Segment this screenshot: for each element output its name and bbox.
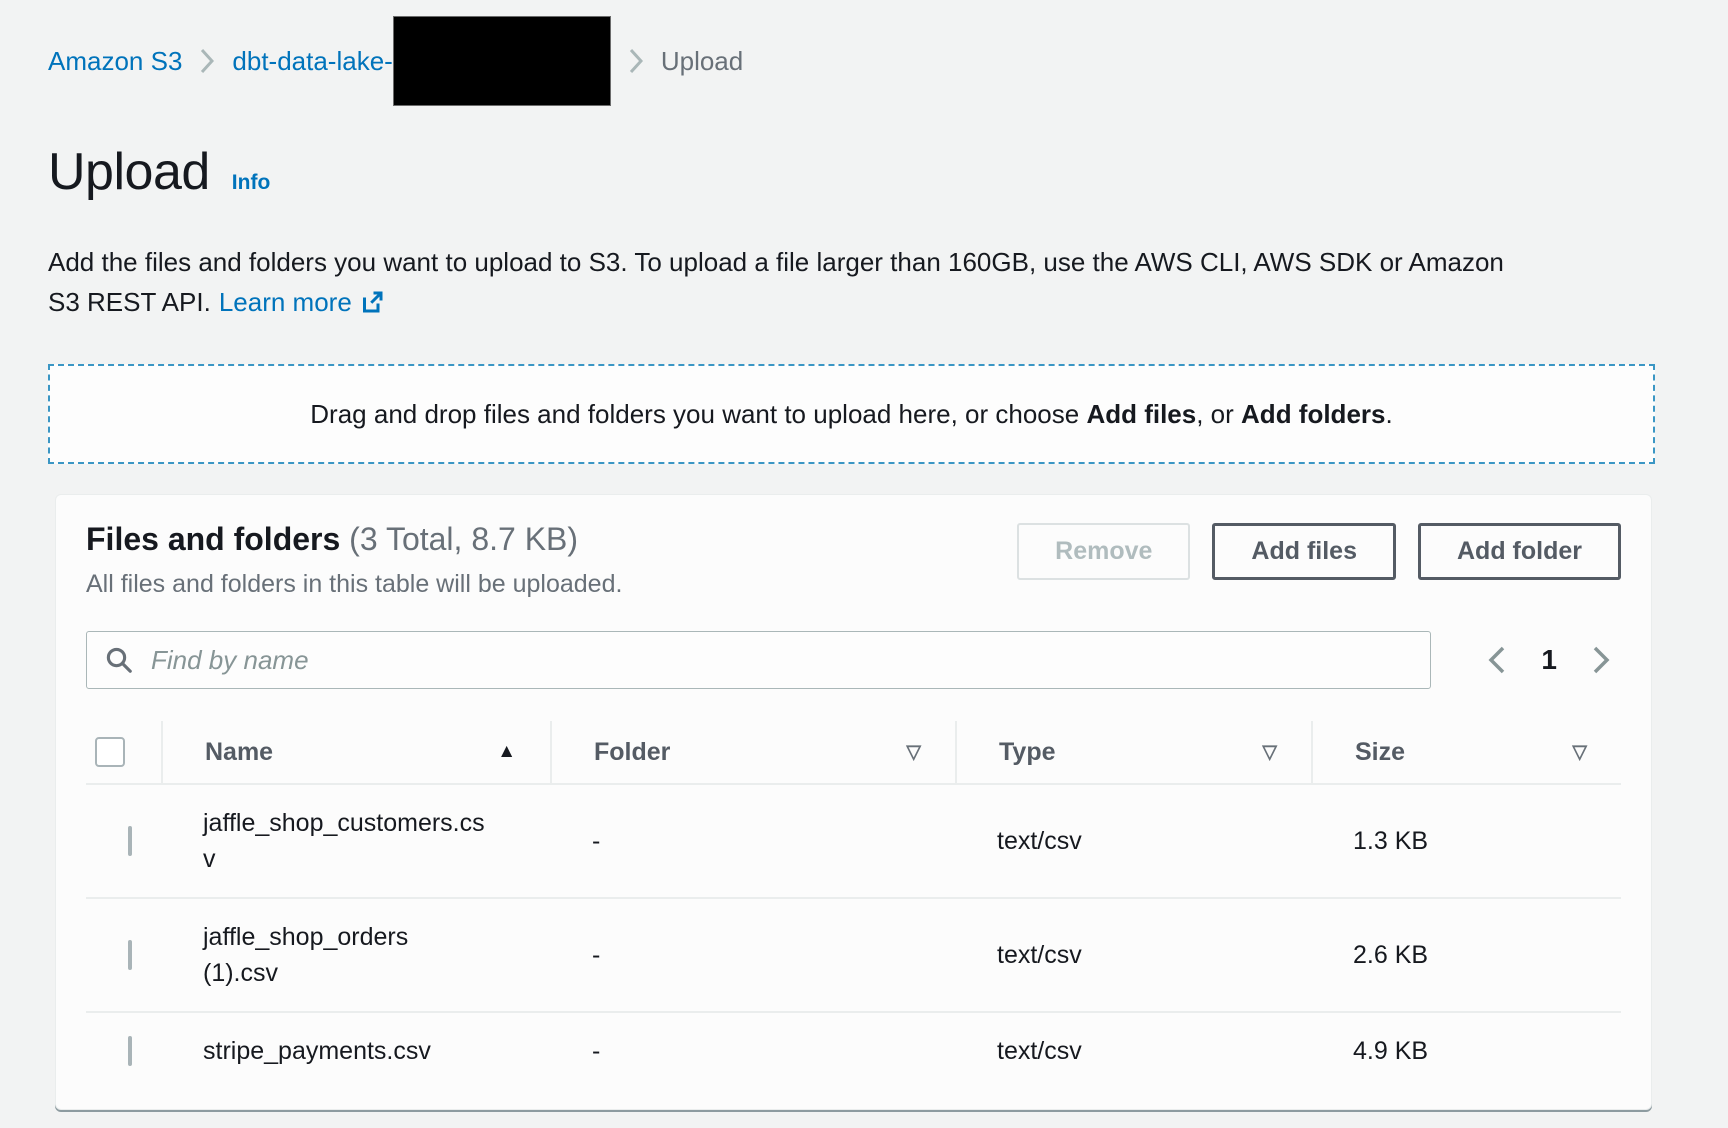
description-line2: S3 REST API.: [48, 287, 211, 317]
cell-folder: -: [550, 803, 955, 879]
breadcrumb-current: Upload: [661, 46, 743, 77]
breadcrumb: Amazon S3 dbt-data-lake- Upload: [48, 14, 1703, 108]
dropzone[interactable]: Drag and drop files and folders you want…: [48, 364, 1655, 464]
remove-button[interactable]: Remove: [1017, 523, 1190, 580]
panel-subtitle: All files and folders in this table will…: [86, 570, 622, 599]
dropzone-text: Drag and drop files and folders you want…: [310, 399, 1392, 430]
table-row: jaffle_shop_orders (1).csv - text/csv 2.…: [86, 897, 1621, 1011]
sort-none-icon: ▽: [906, 741, 921, 764]
learn-more-link[interactable]: Learn more: [219, 287, 384, 317]
info-link[interactable]: Info: [232, 171, 270, 195]
row-checkbox[interactable]: [128, 826, 132, 856]
cell-name: jaffle_shop_customers.csv: [161, 785, 550, 897]
external-link-icon: [360, 290, 384, 314]
chevron-right-icon: [200, 47, 214, 75]
column-header-name[interactable]: Name ▲: [161, 721, 550, 783]
description-line1: Add the files and folders you want to up…: [48, 247, 1504, 277]
cell-size: 2.6 KB: [1311, 917, 1621, 993]
row-checkbox[interactable]: [128, 940, 132, 970]
sort-ascending-icon: ▲: [497, 741, 516, 763]
select-all-cell: [86, 721, 161, 783]
cell-folder: -: [550, 917, 955, 993]
previous-page-button[interactable]: [1483, 640, 1511, 680]
table-row: jaffle_shop_customers.csv - text/csv 1.3…: [86, 785, 1621, 897]
pagination: 1: [1483, 640, 1621, 680]
page-title: Upload: [48, 142, 210, 202]
add-folder-button[interactable]: Add folder: [1418, 523, 1621, 580]
sort-none-icon: ▽: [1262, 741, 1277, 764]
cell-type: text/csv: [955, 1013, 1311, 1089]
cell-size: 1.3 KB: [1311, 803, 1621, 879]
files-panel: Files and folders (3 Total, 8.7 KB) All …: [55, 494, 1652, 1110]
cell-name: jaffle_shop_orders (1).csv: [161, 899, 550, 1011]
breadcrumb-link-bucket[interactable]: dbt-data-lake-: [232, 46, 392, 77]
cell-size: 4.9 KB: [1311, 1013, 1621, 1089]
page-description: Add the files and folders you want to up…: [48, 242, 1703, 322]
chevron-left-icon: [1487, 644, 1507, 676]
redacted-bucket-name: [393, 16, 611, 106]
breadcrumb-link-s3[interactable]: Amazon S3: [48, 46, 182, 77]
table-row: stripe_payments.csv - text/csv 4.9 KB: [86, 1011, 1621, 1089]
row-checkbox[interactable]: [128, 1036, 132, 1066]
cell-type: text/csv: [955, 803, 1311, 879]
cell-name: stripe_payments.csv: [161, 1013, 550, 1089]
column-header-size[interactable]: Size ▽: [1311, 721, 1621, 783]
select-all-checkbox[interactable]: [95, 737, 125, 767]
cell-folder: -: [550, 1013, 955, 1089]
files-table: Name ▲ Folder ▽ Type ▽ Size ▽ jaffl: [86, 721, 1621, 1089]
search-input[interactable]: [86, 631, 1431, 689]
add-files-button[interactable]: Add files: [1212, 523, 1396, 580]
cell-type: text/csv: [955, 917, 1311, 993]
sort-none-icon: ▽: [1572, 741, 1587, 764]
chevron-right-icon: [629, 47, 643, 75]
panel-count-summary: (3 Total, 8.7 KB): [349, 521, 578, 557]
column-header-folder[interactable]: Folder ▽: [550, 721, 955, 783]
search-icon: [104, 645, 134, 680]
chevron-right-icon: [1591, 644, 1611, 676]
page-number[interactable]: 1: [1541, 644, 1557, 676]
column-header-type[interactable]: Type ▽: [955, 721, 1311, 783]
next-page-button[interactable]: [1587, 640, 1615, 680]
panel-title: Files and folders (3 Total, 8.7 KB): [86, 521, 622, 558]
